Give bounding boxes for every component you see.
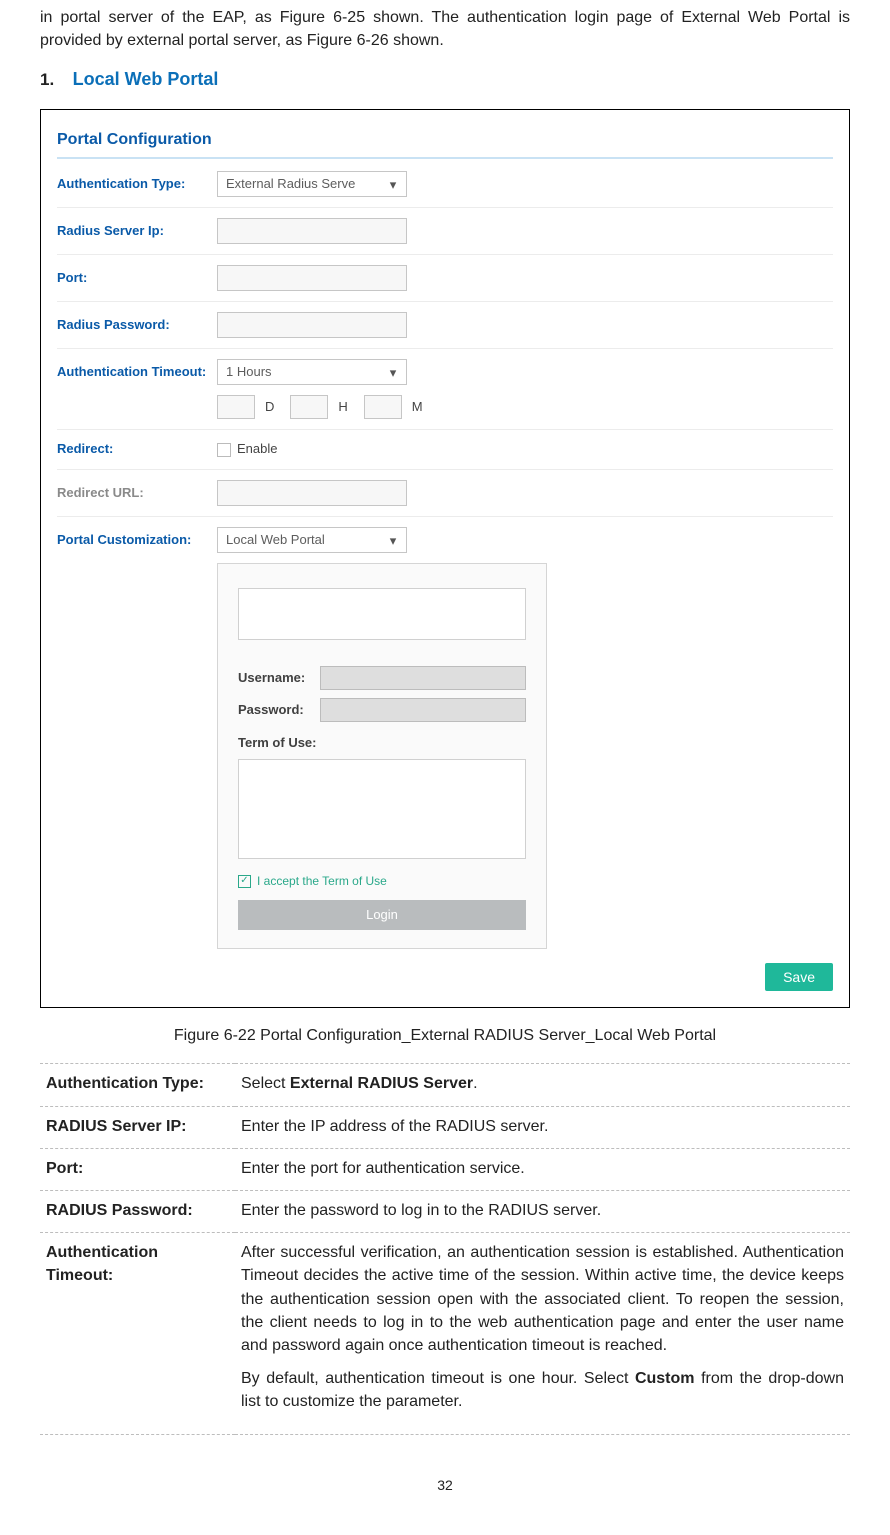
table-row: Port:Enter the port for authentication s… <box>40 1148 850 1190</box>
m-label: M <box>412 398 423 417</box>
auth-type-label: Authentication Type: <box>57 175 217 194</box>
field-key: Authentication Type: <box>40 1064 235 1106</box>
field-value: Enter the password to log in to the RADI… <box>235 1191 850 1233</box>
chevron-down-icon: ▾ <box>384 532 402 550</box>
redirect-url-label: Redirect URL: <box>57 484 217 503</box>
field-value: After successful verification, an authen… <box>235 1233 850 1434</box>
field-key: Authentication Timeout: <box>40 1233 235 1434</box>
preview-terms-label: Term of Use: <box>238 734 526 753</box>
field-description-table: Authentication Type:Select External RADI… <box>40 1063 850 1434</box>
preview-accept-text: I accept the Term of Use <box>257 873 387 890</box>
table-row: RADIUS Password:Enter the password to lo… <box>40 1191 850 1233</box>
minutes-input[interactable] <box>364 395 402 419</box>
auth-timeout-value: 1 Hours <box>226 363 272 382</box>
preview-username-label: Username: <box>238 669 320 688</box>
days-input[interactable] <box>217 395 255 419</box>
radius-ip-input[interactable] <box>217 218 407 244</box>
field-key: RADIUS Server IP: <box>40 1106 235 1148</box>
preview-login-button[interactable]: Login <box>238 900 526 930</box>
auth-timeout-label: Authentication Timeout: <box>57 363 217 382</box>
dhm-inputs: D H M <box>217 395 433 419</box>
redirect-checkbox[interactable] <box>217 443 231 457</box>
chevron-down-icon: ▾ <box>384 176 402 194</box>
divider <box>57 157 833 159</box>
redirect-url-input[interactable] <box>217 480 407 506</box>
figure-caption: Figure 6-22 Portal Configuration_Externa… <box>40 1024 850 1047</box>
d-label: D <box>265 398 274 417</box>
portal-cust-label: Portal Customization: <box>57 531 217 550</box>
table-row: Authentication Timeout:After successful … <box>40 1233 850 1434</box>
portal-cust-select[interactable]: Local Web Portal ▾ <box>217 527 407 553</box>
section-title: Local Web Portal <box>73 69 219 89</box>
login-preview: Username: Password: Term of Use: ✓ I acc… <box>217 563 547 949</box>
section-number: 1. <box>40 70 54 89</box>
table-row: Authentication Type:Select External RADI… <box>40 1064 850 1106</box>
preview-banner <box>238 588 526 640</box>
chevron-down-icon: ▾ <box>384 364 402 382</box>
field-value: Select External RADIUS Server. <box>235 1064 850 1106</box>
save-button[interactable]: Save <box>765 963 833 991</box>
radius-ip-label: Radius Server Ip: <box>57 222 217 241</box>
radius-pwd-input[interactable] <box>217 312 407 338</box>
portal-config-panel: Portal Configuration Authentication Type… <box>40 109 850 1008</box>
intro-text: in portal server of the EAP, as Figure 6… <box>40 6 850 52</box>
preview-password-label: Password: <box>238 701 320 720</box>
field-value: Enter the IP address of the RADIUS serve… <box>235 1106 850 1148</box>
port-label: Port: <box>57 269 217 288</box>
auth-type-value: External Radius Serve <box>226 175 355 194</box>
auth-timeout-select[interactable]: 1 Hours ▾ <box>217 359 407 385</box>
radius-pwd-label: Radius Password: <box>57 316 217 335</box>
redirect-enable-text: Enable <box>237 440 277 459</box>
preview-accept-checkbox[interactable]: ✓ <box>238 875 251 888</box>
preview-password-input[interactable] <box>320 698 526 722</box>
page-number: 32 <box>40 1475 850 1495</box>
auth-type-select[interactable]: External Radius Serve ▾ <box>217 171 407 197</box>
portal-cust-value: Local Web Portal <box>226 531 325 550</box>
field-key: RADIUS Password: <box>40 1191 235 1233</box>
redirect-label: Redirect: <box>57 440 217 459</box>
hours-input[interactable] <box>290 395 328 419</box>
field-value: Enter the port for authentication servic… <box>235 1148 850 1190</box>
preview-username-input[interactable] <box>320 666 526 690</box>
panel-title: Portal Configuration <box>57 128 833 151</box>
preview-terms-box <box>238 759 526 859</box>
table-row: RADIUS Server IP:Enter the IP address of… <box>40 1106 850 1148</box>
section-heading: 1. Local Web Portal <box>40 66 850 93</box>
h-label: H <box>338 398 347 417</box>
field-key: Port: <box>40 1148 235 1190</box>
port-input[interactable] <box>217 265 407 291</box>
